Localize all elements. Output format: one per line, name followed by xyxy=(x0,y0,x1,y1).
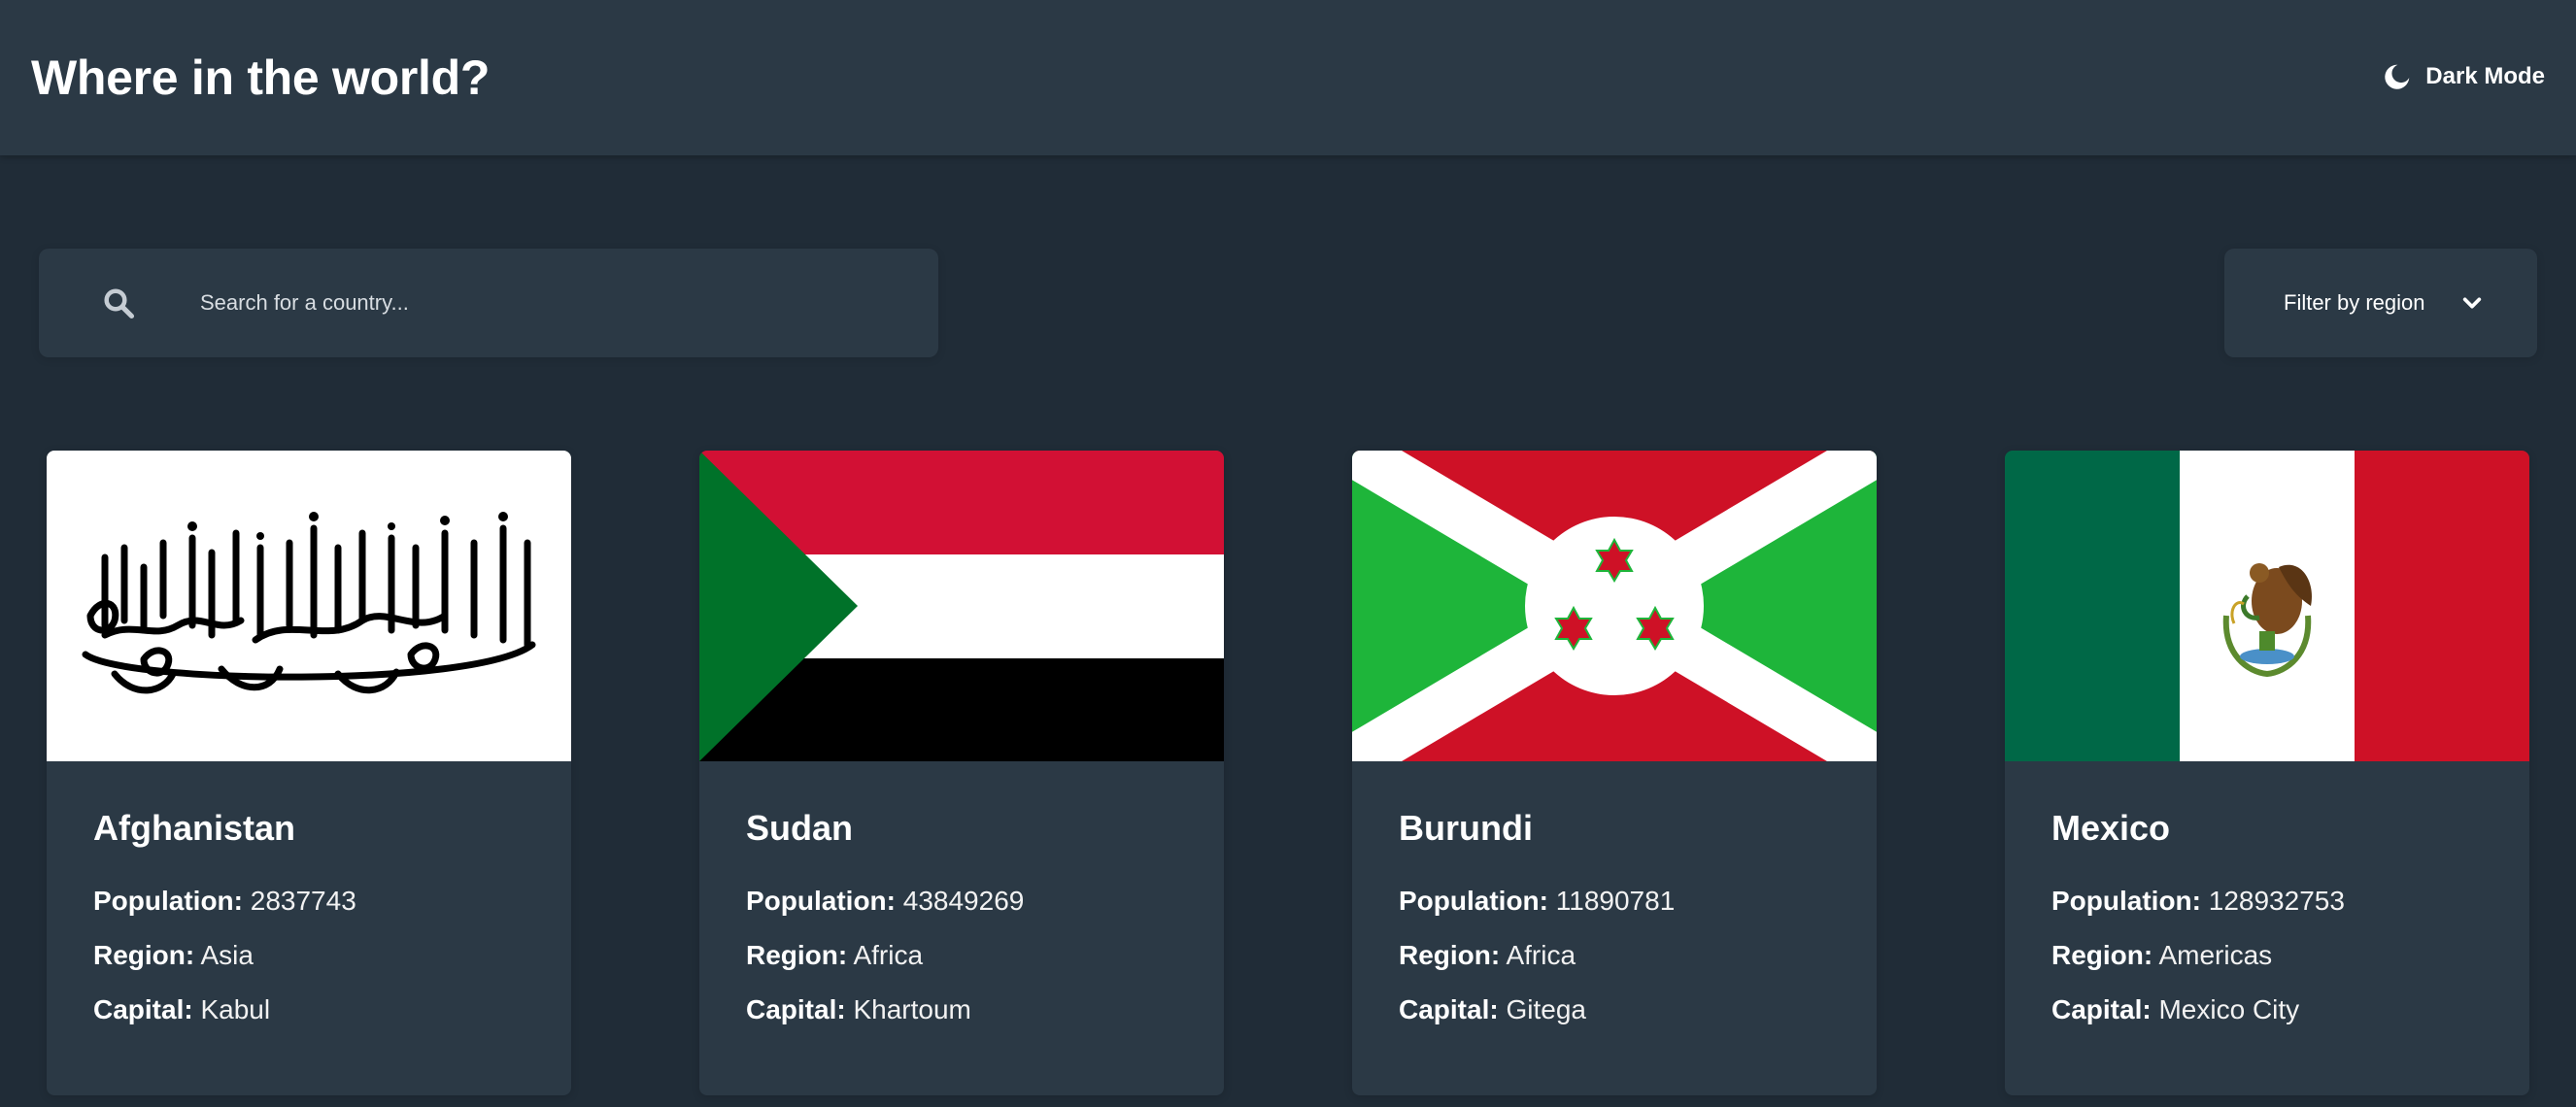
capital-info: Capital: Mexico City xyxy=(2051,992,2299,1027)
region-value: Africa xyxy=(853,940,924,970)
capital-label: Capital: xyxy=(1399,994,1499,1024)
region-info: Region: Africa xyxy=(1399,938,1576,973)
region-label: Region: xyxy=(2051,940,2153,970)
country-card-burundi[interactable]: Burundi Population: 11890781 Region: Afr… xyxy=(1352,451,1877,1095)
capital-value: Mexico City xyxy=(2158,994,2300,1024)
country-card-mexico[interactable]: Mexico Population: 128932753 Region: Ame… xyxy=(2005,451,2529,1095)
population-label: Population: xyxy=(746,886,896,916)
population-info: Population: 43849269 xyxy=(746,884,1024,919)
population-info: Population: 11890781 xyxy=(1399,884,1675,919)
region-info: Region: Asia xyxy=(93,938,254,973)
population-value: 128932753 xyxy=(2208,886,2345,916)
moon-icon xyxy=(2385,64,2410,89)
capital-label: Capital: xyxy=(746,994,846,1024)
country-card-afghanistan[interactable]: Afghanistan Population: 2837743 Region: … xyxy=(47,451,571,1095)
top-bar: Where in the world? Dark Mode xyxy=(0,0,2576,155)
country-name: Sudan xyxy=(746,808,854,848)
capital-info: Capital: Kabul xyxy=(93,992,270,1027)
region-info: Region: Americas xyxy=(2051,938,2272,973)
filter-label: Filter by region xyxy=(2284,290,2425,315)
dark-mode-label: Dark Mode xyxy=(2425,63,2545,89)
burundi-flag xyxy=(1352,451,1877,761)
capital-value: Kabul xyxy=(200,994,271,1024)
capital-info: Capital: Gitega xyxy=(1399,992,1586,1027)
population-value: 11890781 xyxy=(1555,886,1676,916)
capital-info: Capital: Khartoum xyxy=(746,992,971,1027)
capital-value: Khartoum xyxy=(853,994,971,1024)
afghanistan-flag xyxy=(47,451,571,761)
chevron-down-icon xyxy=(2462,297,2482,309)
population-label: Population: xyxy=(1399,886,1548,916)
search-icon xyxy=(104,288,135,319)
region-label: Region: xyxy=(1399,940,1501,970)
population-info: Population: 128932753 xyxy=(2051,884,2345,919)
region-value: Americas xyxy=(2158,940,2273,970)
population-label: Population: xyxy=(93,886,243,916)
mexico-flag xyxy=(2005,451,2529,761)
capital-label: Capital: xyxy=(93,994,193,1024)
country-card-sudan[interactable]: Sudan Population: 43849269 Region: Afric… xyxy=(699,451,1224,1095)
search-input[interactable] xyxy=(200,278,899,328)
sudan-flag xyxy=(699,451,1224,761)
country-name: Burundi xyxy=(1399,808,1533,848)
app-title: Where in the world? xyxy=(31,50,491,105)
country-name: Mexico xyxy=(2051,808,2171,848)
region-filter-dropdown[interactable]: Filter by region xyxy=(2224,249,2537,357)
region-label: Region: xyxy=(746,940,848,970)
country-name: Afghanistan xyxy=(93,808,296,848)
capital-label: Capital: xyxy=(2051,994,2152,1024)
population-value: 43849269 xyxy=(902,886,1025,916)
population-label: Population: xyxy=(2051,886,2201,916)
population-value: 2837743 xyxy=(250,886,356,916)
capital-value: Gitega xyxy=(1506,994,1586,1024)
population-info: Population: 2837743 xyxy=(93,884,356,919)
region-info: Region: Africa xyxy=(746,938,923,973)
region-value: Africa xyxy=(1506,940,1576,970)
region-value: Asia xyxy=(200,940,254,970)
search-bar[interactable] xyxy=(39,249,938,357)
dark-mode-toggle[interactable]: Dark Mode xyxy=(2383,60,2545,93)
region-label: Region: xyxy=(93,940,195,970)
